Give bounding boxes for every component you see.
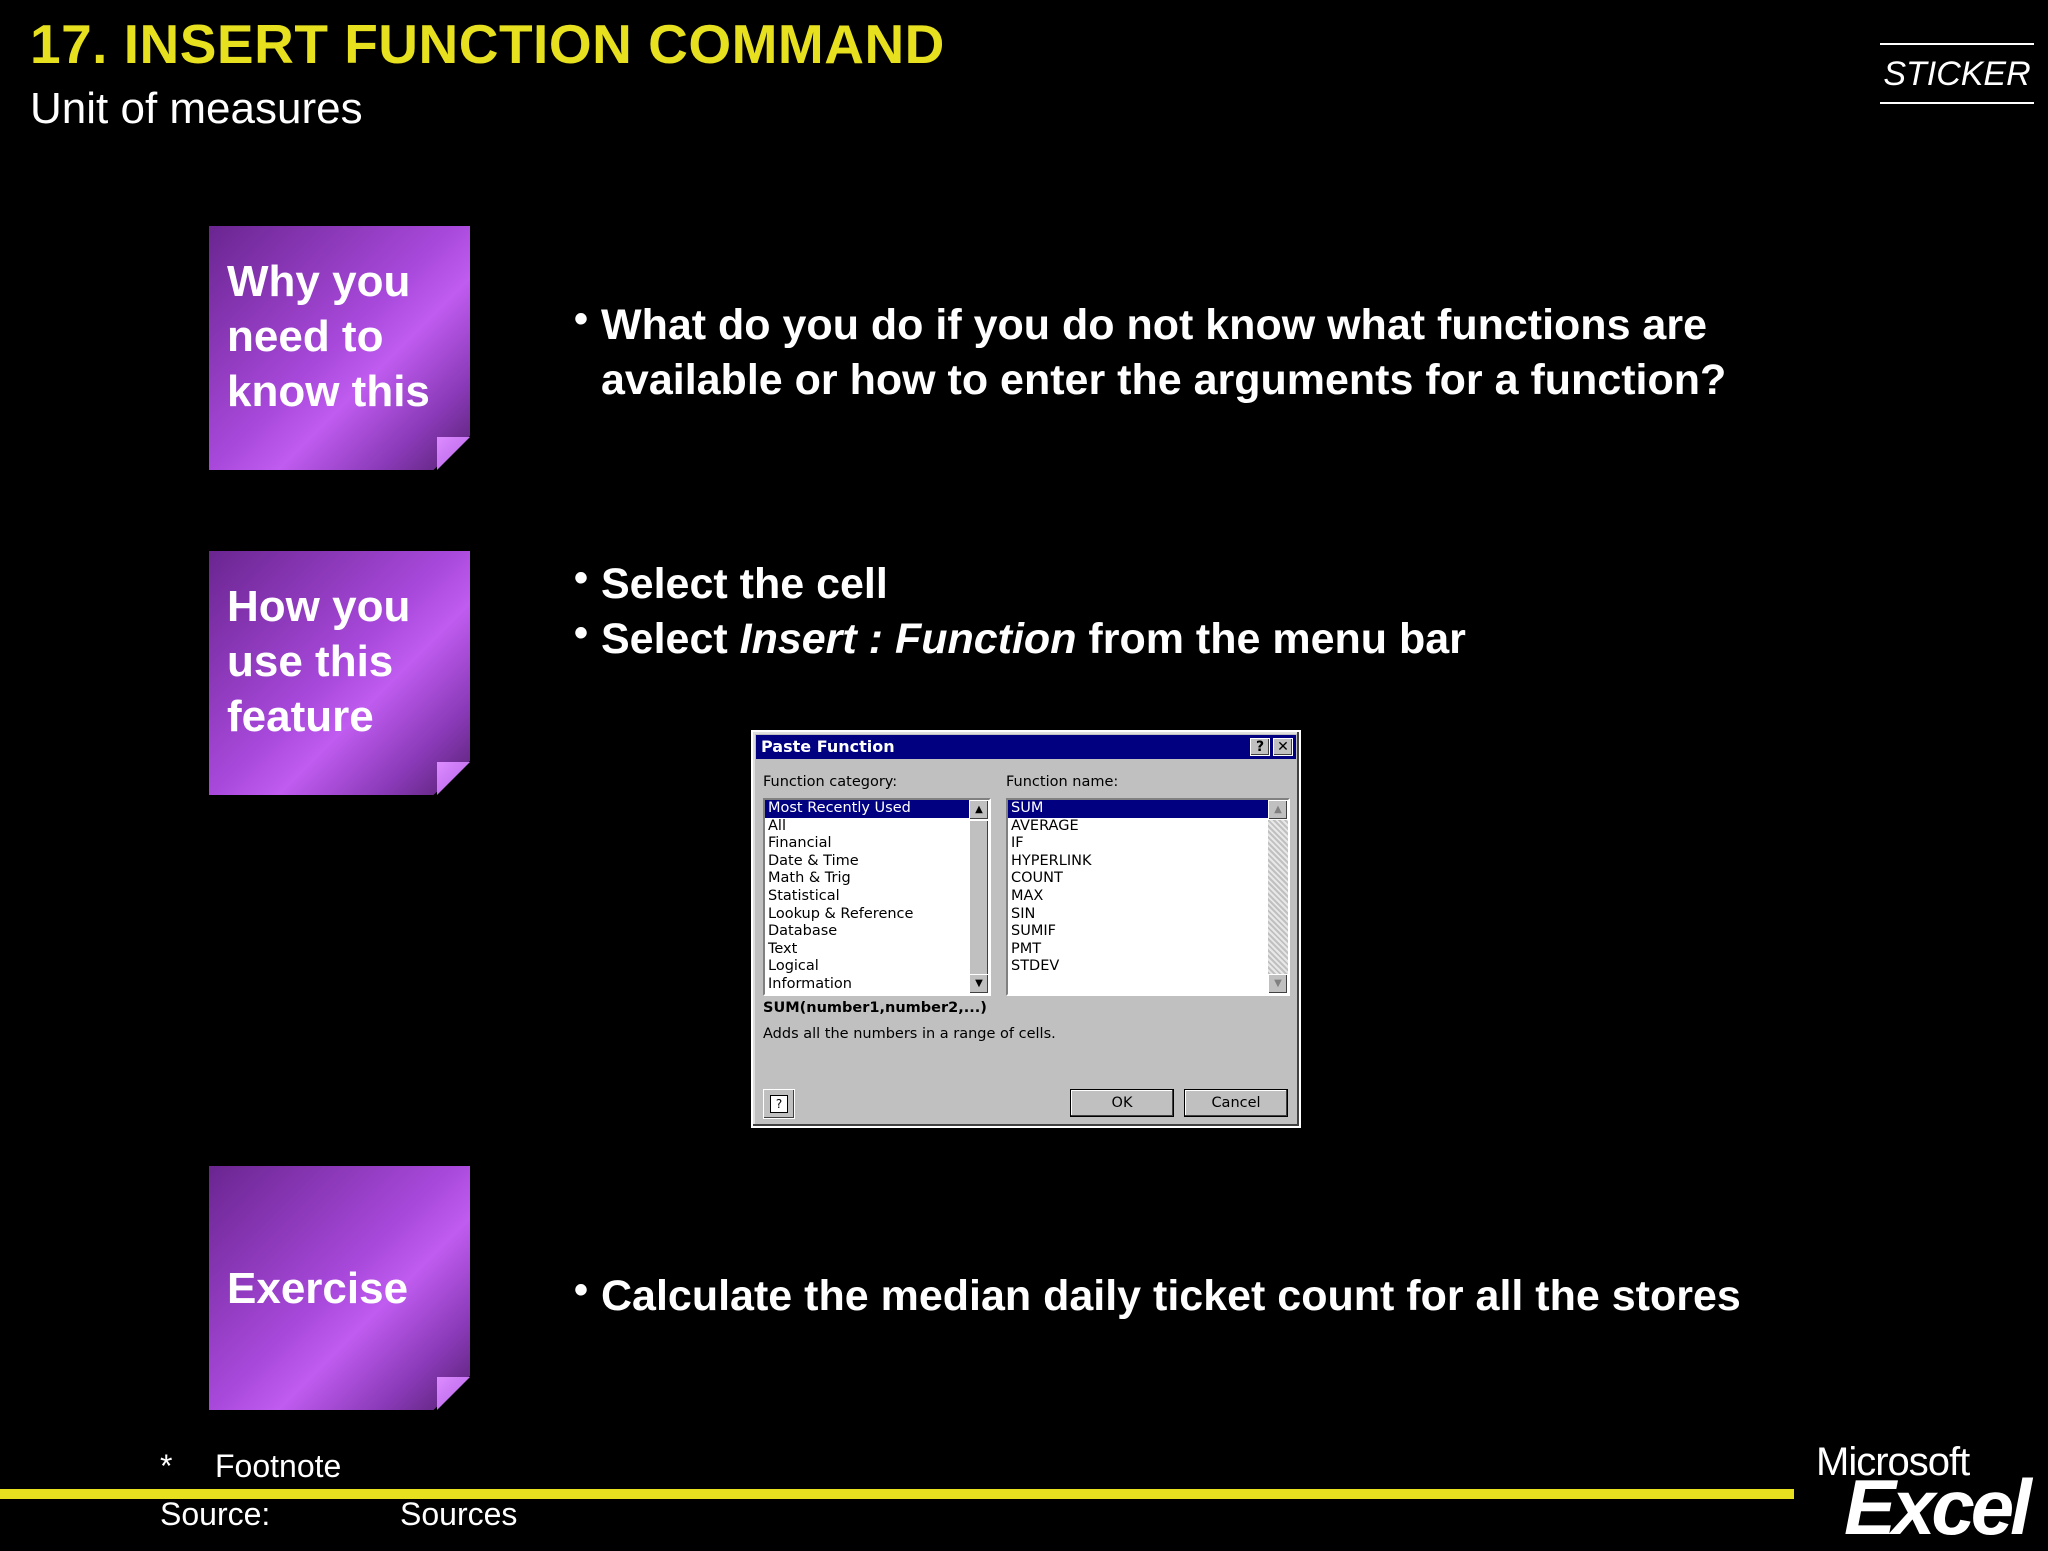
sticker-label: STICKER (1880, 43, 2034, 104)
scroll-up-icon[interactable]: ▲ (1268, 800, 1288, 820)
category-scrollbar[interactable]: ▲ ▼ (969, 800, 989, 994)
category-items: Most Recently Used All Financial Date & Tim… (765, 800, 989, 994)
category-option[interactable]: Text (765, 941, 989, 959)
how-bullet-pre: Select (601, 615, 740, 663)
source-text: Sources (400, 1496, 518, 1532)
how-box: How you use this feature (209, 551, 470, 795)
function-category-label: Function category: (763, 774, 898, 790)
how-bullets: Select the cell Select Insert : Function… (574, 551, 1834, 667)
function-items: SUM AVERAGE IF HYPERLINK COUNT MAX SIN SUMIF PMT… (1008, 800, 1288, 976)
scroll-thumb[interactable] (969, 820, 989, 980)
function-option[interactable]: AVERAGE (1008, 818, 1288, 836)
category-option[interactable]: All (765, 818, 989, 836)
function-option[interactable]: IF (1008, 835, 1288, 853)
source-label: Source: (160, 1496, 271, 1532)
function-option[interactable]: COUNT (1008, 870, 1288, 888)
office-assistant-button[interactable]: ? (763, 1089, 795, 1119)
footnote-marker: * (160, 1448, 173, 1484)
function-option[interactable]: HYPERLINK (1008, 853, 1288, 871)
footnote-text: Footnote (215, 1448, 342, 1484)
why-box: Why you need to know this (209, 226, 470, 470)
slide-title: 17. INSERT FUNCTION COMMAND (30, 13, 945, 75)
function-description: Adds all the numbers in a range of cells… (763, 1026, 1056, 1042)
dialog-title: Paste Function (761, 737, 895, 756)
excel-logo: Microsoft Excel (1816, 1440, 2046, 1546)
menu-path: Insert : Function (739, 615, 1077, 663)
slide-subtitle: Unit of measures (30, 84, 363, 133)
function-category-list[interactable]: Most Recently Used All Financial Date & Tim… (763, 798, 991, 996)
how-box-fold (437, 762, 470, 795)
why-bullet: What do you do if you do not know what f… (574, 292, 1834, 408)
category-option[interactable]: Database (765, 923, 989, 941)
function-option[interactable]: SUMIF (1008, 923, 1288, 941)
category-option[interactable]: Logical (765, 958, 989, 976)
category-option[interactable]: Financial (765, 835, 989, 853)
exercise-bullets: Calculate the median daily ticket count … (574, 1263, 1874, 1324)
dialog-close-icon[interactable]: ✕ (1273, 738, 1293, 756)
why-box-fold (437, 437, 470, 470)
paste-function-dialog: Paste Function ? ✕ Function category: Fu… (751, 730, 1301, 1128)
how-bullet-insert-function: Select Insert : Function from the menu b… (574, 606, 1834, 667)
exercise-box: Exercise (209, 1166, 470, 1410)
scroll-up-icon[interactable]: ▲ (969, 800, 989, 820)
ok-button[interactable]: OK (1070, 1089, 1174, 1117)
function-name-list[interactable]: SUM AVERAGE IF HYPERLINK COUNT MAX SIN SUMIF PMT… (1006, 798, 1290, 996)
logo-excel: Excel (1844, 1463, 2032, 1551)
category-option[interactable]: Date & Time (765, 853, 989, 871)
category-option[interactable]: Information (765, 976, 989, 994)
dialog-help-icon[interactable]: ? (1250, 738, 1270, 756)
function-option[interactable]: SUM (1008, 800, 1288, 818)
why-bullets: What do you do if you do not know what f… (574, 292, 1834, 408)
cancel-button[interactable]: Cancel (1184, 1089, 1288, 1117)
function-syntax: SUM(number1,number2,...) (763, 1000, 987, 1016)
scroll-down-icon[interactable]: ▼ (969, 974, 989, 994)
function-option[interactable]: STDEV (1008, 958, 1288, 976)
how-bullet-select-cell: Select the cell (574, 551, 1834, 612)
function-name-label: Function name: (1006, 774, 1119, 790)
exercise-bullet: Calculate the median daily ticket count … (574, 1263, 1874, 1324)
function-scrollbar[interactable]: ▲ ▼ (1268, 800, 1288, 994)
dialog-titlebar: Paste Function ? ✕ (756, 735, 1296, 759)
function-option[interactable]: PMT (1008, 941, 1288, 959)
category-option[interactable]: Math & Trig (765, 870, 989, 888)
scroll-down-icon[interactable]: ▼ (1268, 974, 1288, 994)
exercise-box-fold (437, 1377, 470, 1410)
category-option[interactable]: Most Recently Used (765, 800, 989, 818)
how-bullet-post: from the menu bar (1076, 615, 1466, 663)
function-option[interactable]: MAX (1008, 888, 1288, 906)
help-icon: ? (770, 1095, 788, 1113)
function-option[interactable]: SIN (1008, 906, 1288, 924)
category-option[interactable]: Lookup & Reference (765, 906, 989, 924)
category-option[interactable]: Statistical (765, 888, 989, 906)
